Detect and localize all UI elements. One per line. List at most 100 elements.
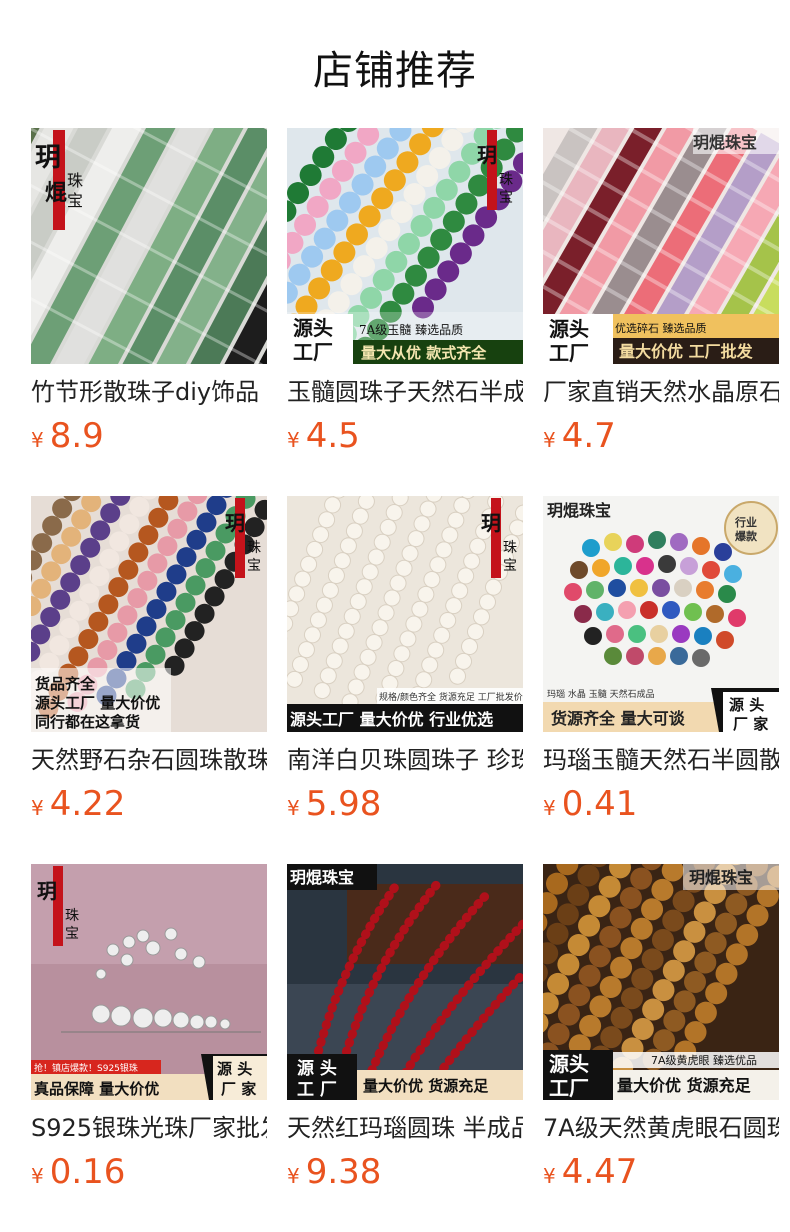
product-name[interactable]: 7A级天然黄虎眼石圆珠 [543,1110,779,1146]
svg-text:宝: 宝 [67,191,83,210]
price-value: 4.47 [561,1152,638,1192]
svg-text:珠: 珠 [503,540,517,556]
product-name[interactable]: 玛瑙玉髓天然石半圆散珠 [543,742,779,778]
currency-symbol: ¥ [287,428,300,452]
svg-text:源 头: 源 头 [297,1058,337,1079]
svg-text:源头工厂 量大价优: 源头工厂 量大价优 [35,694,160,712]
product-image[interactable]: 玥焜珠宝 源 头 工 厂 量大价优 货源充足 [287,864,523,1100]
svg-text:珠: 珠 [67,171,83,190]
svg-text:量大价优 货源充足: 量大价优 货源充足 [363,1077,489,1095]
svg-text:珠: 珠 [65,908,79,924]
product-image[interactable]: 抢！镇店爆款！S925银珠 真品保障 量大价优 源 头 厂 家 玥 珠 宝 [31,864,267,1100]
price-value: 4.5 [305,416,360,456]
price-value: 0.16 [49,1152,126,1192]
product-name[interactable]: 竹节形散珠子diy饰品 [31,374,267,410]
svg-text:规格/颜色齐全 货源充足 工厂批发价: 规格/颜色齐全 货源充足 工厂批发价 [379,691,523,703]
currency-symbol: ¥ [31,796,44,820]
product-price: ¥5.98 [287,784,381,830]
svg-text:货品齐全: 货品齐全 [35,675,96,693]
svg-text:工厂: 工厂 [549,341,589,364]
product-price: ¥4.5 [287,416,360,462]
price-value: 5.98 [305,784,382,824]
product-card[interactable]: 玥焜珠宝 源头 工厂 7A级黄虎眼 臻选优品 量大价优 货源充足 7A级天然黄虎… [543,864,779,1232]
svg-text:珠: 珠 [247,540,261,556]
currency-symbol: ¥ [287,796,300,820]
svg-text:行业: 行业 [734,515,757,529]
product-card[interactable]: 玥焜珠宝 源头 工厂 优选碎石 臻选品质 量大价优 工厂批发 厂家直销天然水晶原… [543,128,779,496]
svg-text:同行都在这拿货: 同行都在这拿货 [35,713,140,731]
product-price: ¥9.38 [287,1152,381,1198]
product-name[interactable]: 天然红玛瑙圆珠 半成品 [287,1110,523,1146]
product-card[interactable]: 玥 焜 珠 宝 竹节形散珠子diy饰品 ¥8.9 [31,128,267,496]
price-value: 9.38 [305,1152,382,1192]
svg-text:量大价优 工厂批发: 量大价优 工厂批发 [619,342,754,361]
price-value: 8.9 [49,416,104,456]
product-image[interactable]: 玥焜珠宝 源头 工厂 优选碎石 臻选品质 量大价优 工厂批发 [543,128,779,364]
svg-text:厂 家: 厂 家 [221,1080,256,1098]
svg-text:工厂: 工厂 [293,340,333,364]
svg-text:源头工厂 量大价优 行业优选: 源头工厂 量大价优 行业优选 [290,710,493,729]
product-name[interactable]: 玉髓圆珠子天然石半成品 [287,374,523,410]
svg-text:玛瑙 水晶 玉髓 天然石成品: 玛瑙 水晶 玉髓 天然石成品 [547,688,655,700]
product-image[interactable]: 玥焜珠宝 行业 爆款 玛瑙 水晶 玉髓 天然石成品 货源齐全 量大可谈 源 头 … [543,496,779,732]
svg-text:玥: 玥 [481,511,501,535]
currency-symbol: ¥ [543,1164,556,1188]
svg-text:宝: 宝 [65,926,79,942]
svg-text:玥: 玥 [477,143,497,167]
product-name[interactable]: 天然野石杂石圆珠散珠 [31,742,267,778]
product-price: ¥4.47 [543,1152,637,1198]
product-image[interactable]: 玥焜珠宝 源头 工厂 7A级黄虎眼 臻选优品 量大价优 货源充足 [543,864,779,1100]
svg-text:厂 家: 厂 家 [733,715,768,732]
price-value: 4.22 [49,784,126,824]
store-recommendations-page: 店铺推荐 玥 焜 珠 宝 竹节形散珠子diy饰品 ¥ 8.9 源头 工厂 7A级… [0,0,790,1232]
currency-symbol: ¥ [287,1164,300,1188]
svg-text:工 厂: 工 厂 [297,1080,337,1100]
svg-text:真品保障 量大价优: 真品保障 量大价优 [34,1080,159,1098]
svg-text:焜: 焜 [45,180,67,206]
price-value: 4.7 [561,416,616,456]
svg-text:7A级玉髓 臻选品质: 7A级玉髓 臻选品质 [359,323,463,337]
svg-text:珠: 珠 [499,172,513,188]
svg-text:工厂: 工厂 [549,1076,589,1100]
svg-text:源头: 源头 [549,1052,589,1076]
svg-text:7A级黄虎眼 臻选优品: 7A级黄虎眼 臻选优品 [651,1053,757,1067]
svg-text:抢！镇店爆款！S925银珠: 抢！镇店爆款！S925银珠 [34,1062,138,1074]
svg-text:源 头: 源 头 [729,696,764,714]
svg-text:玥: 玥 [225,511,245,535]
svg-text:源头: 源头 [549,317,589,341]
currency-symbol: ¥ [31,428,44,452]
product-card[interactable]: 规格/颜色齐全 货源充足 工厂批发价 源头工厂 量大价优 行业优选 玥 珠 宝 … [287,496,523,864]
product-card[interactable]: 玥焜珠宝 行业 爆款 玛瑙 水晶 玉髓 天然石成品 货源齐全 量大可谈 源 头 … [543,496,779,864]
svg-text:货源齐全 量大可谈: 货源齐全 量大可谈 [551,709,686,728]
svg-text:源头: 源头 [293,316,333,340]
svg-text:量大从优 款式齐全: 量大从优 款式齐全 [361,344,487,362]
product-name[interactable]: S925银珠光珠厂家批发 [31,1110,267,1146]
product-grid: 玥 焜 珠 宝 竹节形散珠子diy饰品 ¥8.9 源头 工厂 7A级玉髓 臻选品… [31,128,779,1232]
svg-text:量大价优 货源充足: 量大价优 货源充足 [617,1076,752,1095]
product-name[interactable]: 厂家直销天然水晶原石碎石 [543,374,779,410]
product-price: ¥0.16 [31,1152,125,1198]
svg-text:玥: 玥 [35,143,61,173]
product-name[interactable]: 南洋白贝珠圆珠子 珍珠 [287,742,523,778]
product-card[interactable]: 抢！镇店爆款！S925银珠 真品保障 量大价优 源 头 厂 家 玥 珠 宝 S9… [31,864,267,1232]
svg-text:宝: 宝 [499,190,513,206]
svg-text:玥焜珠宝: 玥焜珠宝 [290,868,354,887]
svg-text:玥焜珠宝: 玥焜珠宝 [693,133,757,152]
currency-symbol: ¥ [543,428,556,452]
price-value: 0.41 [561,784,638,824]
svg-text:优选碎石 臻选品质: 优选碎石 臻选品质 [615,321,707,335]
page-title: 店铺推荐 [313,48,477,94]
product-image[interactable]: 玥 焜 珠 宝 [31,128,267,364]
svg-text:玥焜珠宝: 玥焜珠宝 [689,868,753,887]
product-card[interactable]: 源头 工厂 7A级玉髓 臻选品质 量大从优 款式齐全 玥 珠 宝 玉髓圆珠子天然… [287,128,523,496]
product-image[interactable]: 源头 工厂 7A级玉髓 臻选品质 量大从优 款式齐全 玥 珠 宝 [287,128,523,364]
product-image[interactable]: 货品齐全 源头工厂 量大价优 同行都在这拿货 玥 珠 宝 [31,496,267,732]
product-image[interactable]: 规格/颜色齐全 货源充足 工厂批发价 源头工厂 量大价优 行业优选 玥 珠 宝 [287,496,523,732]
svg-text:爆款: 爆款 [735,529,758,543]
currency-symbol: ¥ [31,1164,44,1188]
product-price: ¥4.7 [543,416,616,462]
svg-text:宝: 宝 [247,558,261,574]
product-card[interactable]: 货品齐全 源头工厂 量大价优 同行都在这拿货 玥 珠 宝 天然野石杂石圆珠散珠 … [31,496,267,864]
product-card[interactable]: 玥焜珠宝 源 头 工 厂 量大价优 货源充足 天然红玛瑙圆珠 半成品 ¥9.38 [287,864,523,1232]
svg-text:玥焜珠宝: 玥焜珠宝 [547,501,611,520]
